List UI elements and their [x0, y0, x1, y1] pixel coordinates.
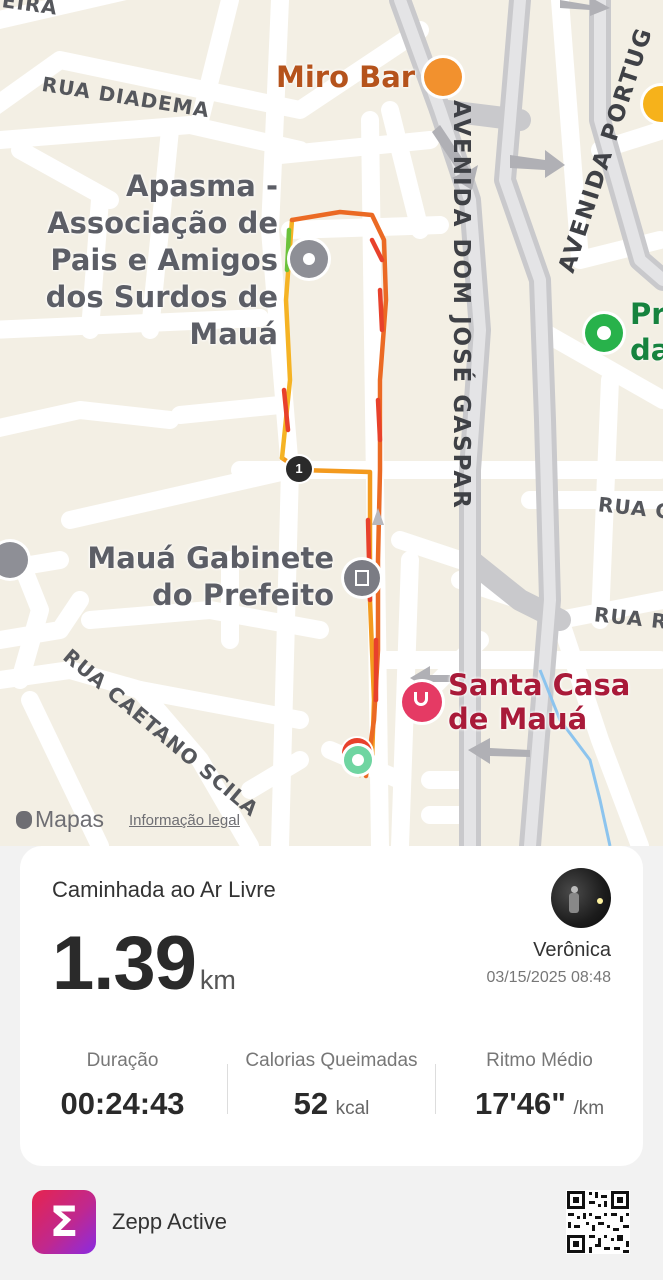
poi-label-santa-casa[interactable]: Santa Casa de Mauá — [448, 668, 630, 736]
poi-label-apasma-line: Mauá — [189, 317, 278, 351]
poi-label-apasma-line: Associação de — [47, 206, 278, 240]
green-pin-icon[interactable] — [585, 314, 623, 352]
stat-value: 00:24:43 — [60, 1086, 185, 1121]
footer-bar: Σ Zepp Active — [0, 1168, 663, 1280]
stats-row: Duração 00:24:43 Calorias Queimadas 52 k… — [20, 1050, 643, 1130]
stat-duration: Duração 00:24:43 — [20, 1050, 225, 1122]
lap-marker: 1 — [286, 456, 312, 482]
apple-logo-icon — [16, 810, 32, 829]
activity-type: Caminhada ao Ar Livre — [52, 877, 276, 902]
distance-number: 1.39 — [52, 921, 197, 1006]
route-map[interactable]: 1 EIRA RUA DIADEMA AVENIDA DOM JOSÉ GASP… — [0, 0, 663, 846]
distance-value: 1.39 km — [52, 920, 236, 1007]
hospital-pin-icon[interactable] — [402, 682, 442, 722]
apasma-pin-icon[interactable] — [290, 240, 328, 278]
app-name: Zepp Active — [112, 1209, 227, 1234]
zepp-logo-icon: Σ — [32, 1190, 96, 1254]
poi-label-gabinete-line: do Prefeito — [151, 578, 334, 612]
qr-code[interactable] — [566, 1190, 630, 1254]
maps-brand-label: Mapas — [35, 806, 105, 832]
legal-info-link[interactable]: Informação legal — [129, 812, 240, 829]
stat-label: Ritmo Médio — [486, 1050, 593, 1071]
stat-unit: kcal — [335, 1098, 370, 1119]
qr-code-graphic — [567, 1191, 629, 1253]
maps-attribution: Mapas — [16, 806, 104, 833]
bar-pin-icon[interactable] — [424, 58, 462, 96]
avatar[interactable] — [551, 868, 611, 928]
poi-label-santa-casa-line: de Mauá — [448, 702, 588, 736]
building-pin-icon[interactable] — [344, 560, 380, 596]
poi-label-apasma-line: Apasma - — [126, 169, 278, 203]
poi-label-miro-bar[interactable]: Miro Bar — [276, 60, 415, 94]
stat-calories: Calorias Queimadas 52 kcal — [228, 1050, 435, 1122]
poi-label-green-line: Pr — [630, 297, 663, 331]
stat-label: Duração — [86, 1050, 159, 1071]
street-label-dom-jose-gaspar: AVENIDA DOM JOSÉ GASPAR — [448, 100, 474, 510]
poi-label-gabinete-line: Mauá Gabinete — [87, 541, 334, 575]
stat-unit: /km — [573, 1098, 605, 1119]
activity-datetime: 03/15/2025 08:48 — [486, 969, 611, 986]
activity-summary-card: Caminhada ao Ar Livre 1.39 km Verônica 0… — [20, 846, 643, 1166]
poi-label-santa-casa-line: Santa Casa — [448, 668, 631, 702]
stat-label: Calorias Queimadas — [245, 1050, 418, 1071]
end-marker-icon — [344, 746, 372, 774]
stat-pace: Ritmo Médio 17'46" /km — [436, 1050, 643, 1122]
user-name: Verônica — [533, 939, 611, 961]
poi-label-apasma-line: dos Surdos de — [45, 280, 278, 314]
poi-label-apasma[interactable]: Apasma - Associação de Pais e Amigos dos… — [46, 168, 278, 353]
distance-unit: km — [199, 965, 236, 995]
poi-label-green[interactable]: Pr da — [630, 296, 663, 368]
stat-value: 17'46" — [474, 1086, 566, 1121]
stat-value: 52 — [293, 1086, 329, 1121]
poi-label-green-line: da — [630, 333, 663, 367]
poi-label-apasma-line: Pais e Amigos — [50, 243, 278, 277]
poi-label-gabinete[interactable]: Mauá Gabinete do Prefeito — [87, 540, 334, 614]
